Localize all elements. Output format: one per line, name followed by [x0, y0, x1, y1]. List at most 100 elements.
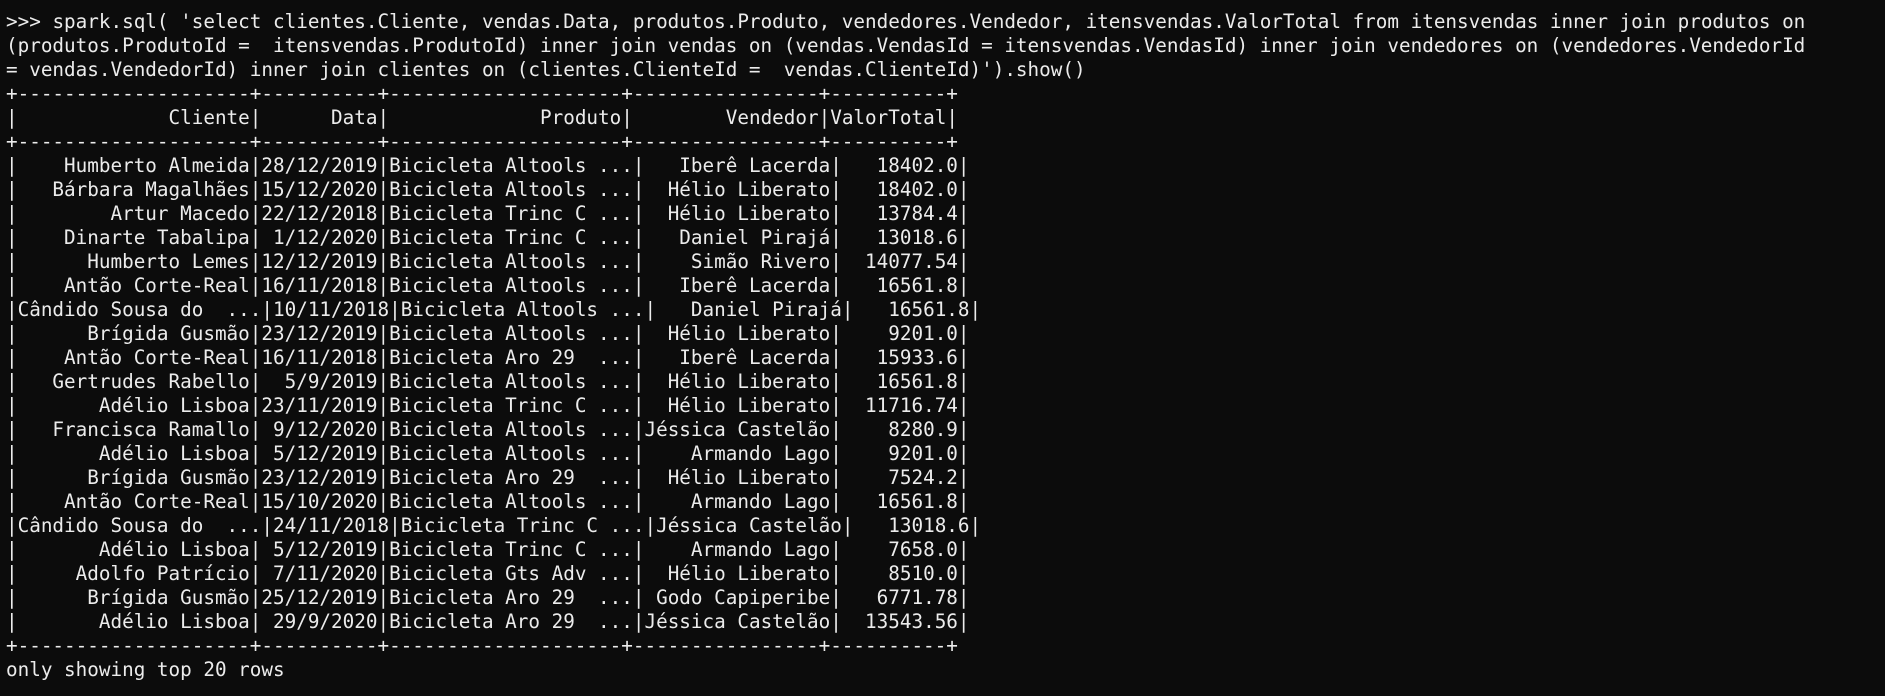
prompt: >>> — [6, 10, 53, 33]
result-table: +--------------------+----------+-------… — [6, 82, 1881, 658]
table-cell: Armando Lago — [644, 442, 831, 465]
table-cell: Adélio Lisboa — [17, 442, 250, 465]
table-cell: Bicicleta Altools ... — [389, 250, 633, 273]
table-cell: Cândido Sousa do ... — [17, 298, 262, 321]
table-cell: 12/12/2019 — [261, 250, 378, 273]
terminal-window[interactable]: >>> spark.sql( 'select clientes.Cliente,… — [6, 10, 1881, 694]
table-row: | Francisca Ramallo| 9/12/2020|Bicicleta… — [6, 418, 970, 441]
table-cell: Jéssica Castelão — [644, 418, 831, 441]
table-cell: Bicicleta Altools ... — [389, 322, 633, 345]
table-row: | Adélio Lisboa| 5/12/2019|Bicicleta Tri… — [6, 538, 970, 561]
command-line-3: = vendas.VendedorId) inner join clientes… — [6, 58, 1086, 81]
table-row: | Brígida Gusmão|25/12/2019|Bicicleta Ar… — [6, 586, 970, 609]
table-cell: Armando Lago — [644, 490, 831, 513]
table-row: | Adolfo Patrício| 7/11/2020|Bicicleta G… — [6, 562, 970, 585]
table-cell: 15933.6 — [841, 346, 958, 369]
column-header: Produto — [389, 106, 622, 129]
table-cell: Bicicleta Altools ... — [389, 370, 633, 393]
column-header: Data — [261, 106, 378, 129]
table-cell: Bicicleta Trinc C ... — [389, 226, 633, 249]
table-cell: 1/12/2020 — [261, 226, 378, 249]
table-cell: Bicicleta Gts Adv ... — [389, 562, 633, 585]
table-cell: Bicicleta Altools ... — [389, 274, 633, 297]
table-row: | Humberto Almeida|28/12/2019|Bicicleta … — [6, 154, 970, 177]
table-row: | Adélio Lisboa| 29/9/2020|Bicicleta Aro… — [6, 610, 970, 633]
table-row: |Cândido Sousa do ...|10/11/2018|Bicicle… — [6, 298, 982, 321]
table-cell: Godo Capiperibe — [644, 586, 831, 609]
command-line-2: (produtos.ProdutoId = itensvendas.Produt… — [6, 34, 1806, 57]
table-cell: 18402.0 — [841, 178, 958, 201]
table-cell: Bicicleta Altools ... — [389, 418, 633, 441]
table-cell: Hélio Liberato — [644, 370, 831, 393]
table-cell: Humberto Lemes — [17, 250, 250, 273]
table-cell: 23/12/2019 — [261, 322, 378, 345]
table-cell: Adélio Lisboa — [17, 610, 250, 633]
table-cell: 7658.0 — [841, 538, 958, 561]
table-cell: Bicicleta Aro 29 ... — [389, 466, 633, 489]
table-cell: Bicicleta Altools ... — [400, 298, 645, 321]
table-cell: Adélio Lisboa — [17, 394, 250, 417]
table-cell: 11716.74 — [841, 394, 958, 417]
table-cell: Simão Rivero — [644, 250, 831, 273]
table-cell: 18402.0 — [841, 154, 958, 177]
table-cell: 5/12/2019 — [261, 538, 378, 561]
table-cell: 23/12/2019 — [261, 466, 378, 489]
table-cell: 13784.4 — [841, 202, 958, 225]
table-cell: Francisca Ramallo — [17, 418, 250, 441]
table-cell: Armando Lago — [644, 538, 831, 561]
table-cell: 9201.0 — [841, 322, 958, 345]
table-cell: Bicicleta Trinc C ... — [389, 394, 633, 417]
table-cell: Artur Macedo — [17, 202, 250, 225]
table-cell: Antão Corte-Real — [17, 490, 250, 513]
footer-text: only showing top 20 rows — [6, 658, 285, 681]
table-cell: 24/11/2018 — [273, 514, 390, 537]
column-header: Vendedor — [632, 106, 819, 129]
table-cell: Jéssica Castelão — [644, 610, 831, 633]
table-cell: 16/11/2018 — [261, 274, 378, 297]
table-border-header: +--------------------+----------+-------… — [6, 130, 958, 153]
table-row: | Antão Corte-Real|15/10/2020|Bicicleta … — [6, 490, 970, 513]
table-row: |Cândido Sousa do ...|24/11/2018|Bicicle… — [6, 514, 982, 537]
table-cell: Humberto Almeida — [17, 154, 250, 177]
table-cell: Iberê Lacerda — [644, 154, 831, 177]
table-border-bottom: +--------------------+----------+-------… — [6, 634, 958, 657]
table-cell: Antão Corte-Real — [17, 274, 250, 297]
table-cell: Antão Corte-Real — [17, 346, 250, 369]
table-cell: Bicicleta Altools ... — [389, 178, 633, 201]
table-cell: Adélio Lisboa — [17, 538, 250, 561]
table-cell: Bicicleta Aro 29 ... — [389, 610, 633, 633]
table-cell: 16561.8 — [841, 274, 958, 297]
table-row: | Humberto Lemes|12/12/2019|Bicicleta Al… — [6, 250, 970, 273]
table-cell: Cândido Sousa do ... — [17, 514, 262, 537]
table-cell: Hélio Liberato — [644, 562, 831, 585]
table-cell: Bicicleta Trinc C ... — [389, 538, 633, 561]
table-cell: Bicicleta Trinc C ... — [389, 202, 633, 225]
table-cell: 22/12/2018 — [261, 202, 378, 225]
table-cell: 5/9/2019 — [261, 370, 378, 393]
table-cell: 13018.6 — [841, 226, 958, 249]
table-row: | Adélio Lisboa| 5/12/2019|Bicicleta Alt… — [6, 442, 970, 465]
table-row: | Artur Macedo|22/12/2018|Bicicleta Trin… — [6, 202, 970, 225]
table-cell: 23/11/2019 — [261, 394, 378, 417]
table-border-top: +--------------------+----------+-------… — [6, 82, 958, 105]
table-cell: 16561.8 — [853, 298, 970, 321]
table-cell: Hélio Liberato — [644, 178, 831, 201]
table-cell: Bicicleta Aro 29 ... — [389, 586, 633, 609]
table-row: | Dinarte Tabalipa| 1/12/2020|Bicicleta … — [6, 226, 970, 249]
table-cell: Daniel Pirajá — [644, 226, 831, 249]
table-cell: Hélio Liberato — [644, 322, 831, 345]
table-cell: Bicicleta Trinc C ... — [400, 514, 645, 537]
table-cell: 25/12/2019 — [261, 586, 378, 609]
table-row: | Bárbara Magalhães|15/12/2020|Bicicleta… — [6, 178, 970, 201]
table-cell: Adolfo Patrício — [17, 562, 250, 585]
table-cell: 16561.8 — [841, 490, 958, 513]
table-cell: 29/9/2020 — [261, 610, 378, 633]
column-header: ValorTotal — [830, 106, 947, 129]
table-cell: 16561.8 — [841, 370, 958, 393]
table-cell: 7/11/2020 — [261, 562, 378, 585]
table-cell: 13018.6 — [853, 514, 970, 537]
table-cell: 6771.78 — [841, 586, 958, 609]
table-cell: Brígida Gusmão — [17, 586, 250, 609]
table-cell: 14077.54 — [841, 250, 958, 273]
table-cell: 16/11/2018 — [261, 346, 378, 369]
